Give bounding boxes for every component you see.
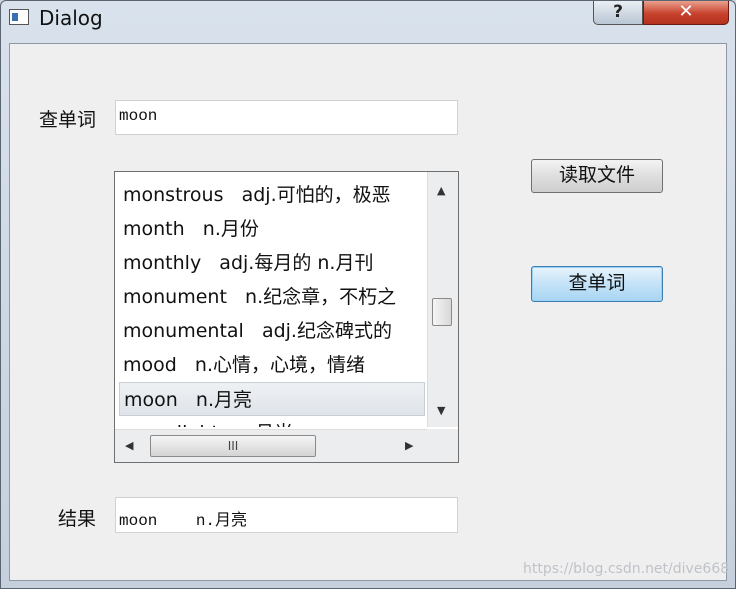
list-item-selected[interactable]: moon n.月亮	[119, 382, 425, 416]
read-file-button[interactable]: 读取文件	[531, 159, 663, 193]
list-item[interactable]: monument n.纪念章，不朽之	[123, 280, 425, 314]
close-button[interactable]: ✕	[643, 1, 729, 25]
watermark: https://blog.csdn.net/dive668	[523, 561, 730, 577]
scroll-up-icon[interactable]: ▲	[437, 184, 445, 197]
word-list-items: monstrous adj.可怕的，极恶 month n.月份 monthly …	[115, 172, 425, 427]
list-item[interactable]: monthly adj.每月的 n.月刊	[123, 246, 425, 280]
window-title: Dialog	[39, 6, 103, 30]
search-label: 查单词	[39, 109, 97, 131]
list-item[interactable]: mood n.心情，心境，情绪	[123, 348, 425, 382]
list-item[interactable]: month n.月份	[123, 212, 425, 246]
scroll-right-icon[interactable]: ▶	[405, 439, 413, 452]
horizontal-scrollbar[interactable]: ◀ III ▶	[115, 429, 427, 462]
vertical-scroll-thumb[interactable]	[432, 298, 452, 326]
horizontal-scroll-thumb[interactable]: III	[150, 435, 316, 457]
scrollbar-corner	[427, 429, 458, 462]
scroll-down-icon[interactable]: ▼	[437, 404, 445, 417]
app-icon	[9, 9, 29, 25]
scroll-left-icon[interactable]: ◀	[125, 439, 133, 452]
word-list[interactable]: monstrous adj.可怕的，极恶 month n.月份 monthly …	[114, 171, 459, 463]
result-field[interactable]: moon n.月亮	[115, 497, 458, 533]
search-input[interactable]: moon	[115, 100, 458, 135]
lookup-button[interactable]: 查单词	[531, 266, 663, 302]
list-item[interactable]: monstrous adj.可怕的，极恶	[123, 178, 425, 212]
vertical-scrollbar[interactable]: ▲ ▼	[427, 172, 458, 427]
list-item[interactable]: monumental adj.纪念碑式的	[123, 314, 425, 348]
dialog-window: Dialog ? ✕ 查单词 moon monstrous adj.可怕的，极恶…	[0, 0, 736, 589]
title-bar[interactable]: Dialog ? ✕	[1, 1, 735, 35]
result-label: 结果	[58, 508, 97, 530]
close-icon: ✕	[678, 1, 694, 22]
list-item[interactable]: moonlight n.月光	[123, 416, 425, 427]
help-button[interactable]: ?	[593, 1, 643, 25]
